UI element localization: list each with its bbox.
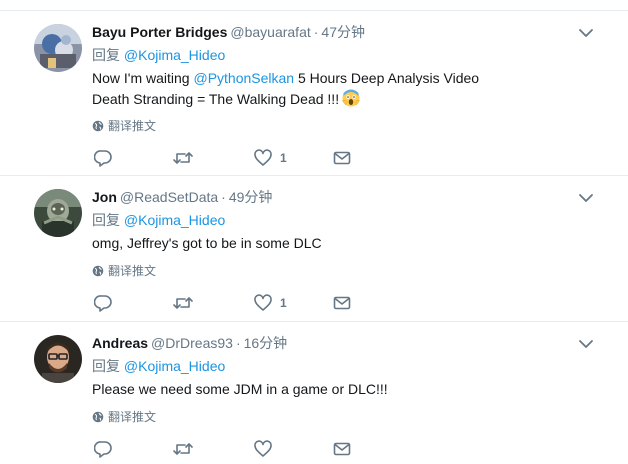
translate-label: 翻译推文 bbox=[108, 410, 157, 424]
retweet-button[interactable] bbox=[173, 293, 193, 313]
fullname[interactable]: Jon bbox=[92, 189, 117, 205]
tweet-text-line: Now I'm waiting @PythonSelkan 5 Hours De… bbox=[92, 68, 479, 88]
direct-message-button[interactable] bbox=[333, 293, 351, 313]
tweet-text: 5 Hours Deep Analysis Video bbox=[294, 70, 480, 86]
translate-tweet-link[interactable]: 翻译推文 bbox=[92, 263, 156, 279]
tweet-actions: 1 bbox=[92, 293, 392, 313]
separator: · bbox=[235, 335, 241, 351]
direct-message-button[interactable] bbox=[333, 148, 351, 168]
tweet-header: Bayu Porter Bridges @bayuarafat · 47分钟 bbox=[92, 23, 365, 41]
tweet-text: omg, Jeffrey's got to be in some DLC bbox=[92, 235, 322, 251]
reply-mention[interactable]: @Kojima_Hideo bbox=[124, 47, 225, 63]
timeline: Bayu Porter Bridges @bayuarafat · 47分钟 回复 @… bbox=[0, 0, 628, 464]
separator: · bbox=[221, 189, 226, 205]
tweet[interactable]: Andreas @DrDreas93 · 16分钟 回复 @Kojima_Hideo … bbox=[0, 322, 628, 464]
reply-context: 回复 @Kojima_Hideo bbox=[92, 357, 225, 375]
timestamp[interactable]: 49分钟 bbox=[229, 189, 273, 205]
chevron-down-icon[interactable] bbox=[578, 25, 594, 41]
reply-prefix: 回复 bbox=[92, 212, 120, 228]
tweet-header: Jon @ReadSetData · 49分钟 bbox=[92, 188, 272, 206]
reply-icon bbox=[94, 295, 112, 312]
avatar[interactable] bbox=[34, 24, 82, 72]
translate-label: 翻译推文 bbox=[108, 264, 157, 278]
avatar[interactable] bbox=[34, 335, 82, 383]
tweet-text: Now I'm waiting bbox=[92, 70, 194, 86]
translate-tweet-link[interactable]: 翻译推文 bbox=[92, 118, 156, 134]
username[interactable]: @bayuarafat bbox=[230, 24, 310, 40]
retweet-icon bbox=[173, 297, 193, 309]
chevron-down-icon[interactable] bbox=[578, 336, 594, 352]
like-count: 1 bbox=[280, 151, 287, 165]
fullname[interactable]: Andreas bbox=[92, 335, 148, 351]
globe-icon bbox=[92, 411, 104, 423]
separator: · bbox=[313, 24, 319, 40]
reply-prefix: 回复 bbox=[92, 358, 120, 374]
retweet-icon bbox=[173, 443, 193, 455]
tweet-text-line: Please we need some JDM in a game or DLC… bbox=[92, 379, 388, 399]
translate-label: 翻译推文 bbox=[108, 119, 157, 133]
chevron-down-icon[interactable] bbox=[578, 190, 594, 206]
envelope-icon bbox=[333, 442, 351, 456]
tweet-text-line: Death Stranding = The Walking Dead !!! bbox=[92, 89, 361, 109]
reply-icon bbox=[94, 150, 112, 167]
tweet-actions bbox=[92, 439, 392, 459]
tweet-text: Please we need some JDM in a game or DLC… bbox=[92, 381, 388, 397]
reply-button[interactable] bbox=[94, 293, 112, 313]
heart-icon bbox=[254, 149, 272, 166]
retweet-button[interactable] bbox=[173, 439, 193, 459]
username[interactable]: @DrDreas93 bbox=[151, 335, 233, 351]
fullname[interactable]: Bayu Porter Bridges bbox=[92, 24, 227, 40]
like-button[interactable]: 1 bbox=[254, 293, 287, 313]
avatar[interactable] bbox=[34, 189, 82, 237]
like-button[interactable]: 1 bbox=[254, 148, 287, 168]
retweet-icon bbox=[173, 152, 193, 164]
text-mention[interactable]: @PythonSelkan bbox=[193, 70, 294, 86]
heart-icon bbox=[254, 294, 272, 311]
timestamp[interactable]: 47分钟 bbox=[321, 24, 365, 40]
like-button[interactable] bbox=[254, 439, 280, 459]
reply-icon bbox=[94, 441, 112, 458]
retweet-button[interactable] bbox=[173, 148, 193, 168]
reply-context: 回复 @Kojima_Hideo bbox=[92, 46, 225, 64]
tweet-text-line: omg, Jeffrey's got to be in some DLC bbox=[92, 233, 322, 253]
reply-button[interactable] bbox=[94, 148, 112, 168]
scream-emoji-icon bbox=[342, 89, 361, 107]
reply-mention[interactable]: @Kojima_Hideo bbox=[124, 358, 225, 374]
globe-icon bbox=[92, 265, 104, 277]
reply-prefix: 回复 bbox=[92, 47, 120, 63]
reply-context: 回复 @Kojima_Hideo bbox=[92, 211, 225, 229]
timestamp[interactable]: 16分钟 bbox=[244, 335, 288, 351]
globe-icon bbox=[92, 120, 104, 132]
heart-icon bbox=[254, 440, 272, 457]
tweet-header: Andreas @DrDreas93 · 16分钟 bbox=[92, 334, 287, 352]
tweet-actions: 1 bbox=[92, 148, 392, 168]
direct-message-button[interactable] bbox=[333, 439, 351, 459]
envelope-icon bbox=[333, 296, 351, 310]
reply-mention[interactable]: @Kojima_Hideo bbox=[124, 212, 225, 228]
username[interactable]: @ReadSetData bbox=[120, 189, 218, 205]
tweet-text: Death Stranding = The Walking Dead !!! bbox=[92, 91, 340, 107]
like-count: 1 bbox=[280, 296, 287, 310]
reply-button[interactable] bbox=[94, 439, 112, 459]
translate-tweet-link[interactable]: 翻译推文 bbox=[92, 409, 156, 425]
tweet[interactable]: Jon @ReadSetData · 49分钟 回复 @Kojima_Hideo om… bbox=[0, 176, 628, 322]
tweet[interactable]: Bayu Porter Bridges @bayuarafat · 47分钟 回复 @… bbox=[0, 11, 628, 176]
envelope-icon bbox=[333, 151, 351, 165]
